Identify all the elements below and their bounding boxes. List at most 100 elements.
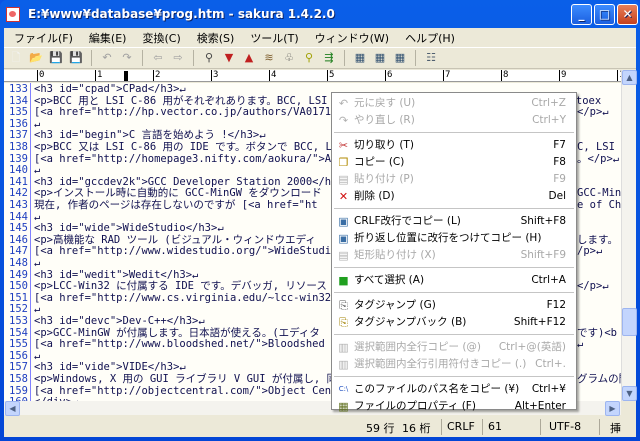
menu-item-label: ファイルのプロパティ (F)	[354, 400, 476, 412]
search-next-icon[interactable]: ▼	[221, 50, 237, 66]
menu-item-delete[interactable]: ✕ 削除 (D) Del	[332, 188, 576, 205]
minimize-button[interactable]: _	[571, 4, 592, 25]
scroll-right-button[interactable]: ▶	[605, 401, 620, 416]
menu-item-copy-wrap[interactable]: ▣ 折り返し位置に改行をつけてコピー (H)	[332, 230, 576, 247]
menu-search[interactable]: 検索(S)	[189, 30, 243, 46]
menu-item-copy-path[interactable]: C:\ このファイルのパス名をコピー (¥) Ctrl+¥	[332, 381, 576, 398]
line-text: [<a href="http://objectcentral.com/">Obj…	[34, 384, 357, 397]
menu-file[interactable]: ファイル(F)	[6, 30, 81, 46]
ruler-label: 3	[211, 70, 219, 81]
menu-item-shortcut: F8	[553, 156, 566, 168]
copy-icon: ❐	[338, 156, 349, 169]
line-text-tail: 。</p>↵	[577, 152, 620, 165]
status-bar: 59 行 16 桁 CRLF 61 UTF-8 挿	[4, 417, 636, 437]
scroll-down-button[interactable]: ▼	[622, 386, 637, 401]
undo-icon[interactable]: ↶	[99, 50, 115, 66]
ruler-label: 8	[501, 70, 509, 81]
app-icon	[6, 6, 20, 22]
line-text: <h3 id="cpad">CPad</h3>↵	[34, 83, 186, 95]
font-settings-icon[interactable]: ▦	[372, 50, 388, 66]
menu-item-shortcut: Alt+Enter	[514, 400, 566, 412]
toggle-icon[interactable]: ▦	[392, 50, 408, 66]
title-bar[interactable]: E:¥www¥database¥prog.htm - sakura 1.4.2.…	[0, 0, 640, 28]
menu-tools[interactable]: ツール(T)	[242, 30, 306, 46]
menu-item-label: 削除 (D)	[354, 190, 395, 202]
forward-icon[interactable]: ⇨	[170, 50, 186, 66]
open-folder-icon[interactable]: 📂	[28, 50, 44, 66]
menu-bar: ファイル(F) 編集(E) 変換(C) 検索(S) ツール(T) ウィンドウ(W…	[4, 28, 636, 47]
search-prev-icon[interactable]: ▲	[241, 50, 257, 66]
delete-icon: ✕	[338, 190, 349, 203]
line-text-tail: ↵	[577, 338, 584, 351]
line-number: 148	[9, 257, 28, 269]
menu-item-copy-quoted[interactable]: ▥ 選択範囲内全行引用符付きコピー (.) Ctrl+.	[332, 356, 576, 373]
menu-item-tag-jump-back[interactable]: ⎘ タグジャンプバック (B) Shift+F12	[332, 314, 576, 331]
toolbar: 🗋 📂 💾 💾 ↶ ↷ ⇦ ⇨ ⚲ ▼ ▲ ≋ ♧ ⚲ ⇶ ▦ ▦ ▦ ☷	[4, 47, 636, 69]
replace-icon[interactable]: ≋	[261, 50, 277, 66]
redo-icon[interactable]: ↷	[119, 50, 135, 66]
settings-icon[interactable]: ▦	[352, 50, 368, 66]
outline-icon[interactable]: ⇶	[321, 50, 337, 66]
maximize-button[interactable]: □	[594, 4, 615, 25]
menu-item-redo[interactable]: ↷ やり直し (R) Ctrl+Y	[332, 112, 576, 129]
close-button[interactable]: ✕	[617, 4, 638, 25]
menu-item-copy-crlf[interactable]: ▣ CRLF改行でコピー (L) Shift+F8	[332, 213, 576, 230]
tag-jump-icon[interactable]: ⚲	[301, 50, 317, 66]
menu-item-label: このファイルのパス名をコピー (¥)	[354, 383, 520, 395]
menu-help[interactable]: ヘルプ(H)	[397, 30, 463, 46]
ruler-label: 7	[443, 70, 451, 81]
grep-icon[interactable]: ♧	[281, 50, 297, 66]
scroll-thumb[interactable]	[622, 308, 637, 336]
window-list-icon[interactable]: ☷	[423, 50, 439, 66]
line-text: <h3 id="devc">Dev-C++</h3>↵	[34, 315, 205, 327]
vertical-scrollbar[interactable]: ▲ ▼	[621, 70, 637, 401]
menu-item-paste[interactable]: ▤ 貼り付け (P) F9	[332, 171, 576, 188]
copy-quoted-icon: ▥	[338, 358, 349, 371]
toolbar-separator	[193, 50, 194, 66]
menu-window[interactable]: ウィンドウ(W)	[307, 30, 397, 46]
ruler-label: 0	[37, 70, 45, 81]
menu-item-cut[interactable]: ✂ 切り取り (T) F7	[332, 137, 576, 154]
menu-item-shortcut: Shift+F9	[520, 249, 566, 261]
menu-item-paste-rect[interactable]: ▤ 矩形貼り付け (X) Shift+F9	[332, 247, 576, 264]
menu-item-shortcut: Ctrl+A	[531, 274, 566, 286]
menu-item-undo[interactable]: ↶ 元に戻す (U) Ctrl+Z	[332, 95, 576, 112]
menu-separator	[334, 334, 574, 335]
copy-path-icon: C:\	[338, 385, 349, 393]
line-number: 138	[9, 141, 28, 153]
back-icon[interactable]: ⇦	[150, 50, 166, 66]
menu-item-select-all[interactable]: ■ すべて選択 (A) Ctrl+A	[332, 272, 576, 289]
menu-item-shortcut: Shift+F12	[513, 316, 566, 328]
menu-convert[interactable]: 変換(C)	[134, 30, 188, 46]
menu-item-label: タグジャンプ (G)	[354, 299, 436, 311]
save-all-icon[interactable]: 💾	[68, 50, 84, 66]
scroll-up-button[interactable]: ▲	[622, 70, 637, 85]
menu-item-shortcut: Ctrl+Y	[532, 114, 566, 126]
file-properties-icon: ▦	[338, 400, 349, 413]
search-icon[interactable]: ⚲	[201, 50, 217, 66]
toolbar-separator	[91, 50, 92, 66]
menu-item-file-properties[interactable]: ▦ ファイルのプロパティ (F) Alt+Enter	[332, 398, 576, 415]
line-text-tail: C, LSI C	[577, 141, 615, 153]
toolbar-separator	[142, 50, 143, 66]
line-text-tail: グラムの開	[577, 373, 621, 385]
menu-edit[interactable]: 編集(E)	[81, 30, 135, 46]
menu-item-copy-lines[interactable]: ▥ 選択範囲内全行コピー (@) Ctrl+@(英語)	[332, 339, 576, 356]
tag-jump-icon: ⎘	[339, 299, 348, 312]
menu-item-copy[interactable]: ❐ コピー (C) F8	[332, 154, 576, 171]
ruler-label: 5	[327, 70, 335, 81]
status-row: 59 行	[366, 422, 395, 435]
paste-rect-icon: ▤	[338, 249, 349, 262]
save-icon[interactable]: 💾	[48, 50, 64, 66]
menu-item-label: 元に戻す (U)	[354, 97, 416, 109]
menu-item-label: 切り取り (T)	[354, 139, 414, 151]
toolbar-separator	[415, 50, 416, 66]
menu-item-label: 矩形貼り付け (X)	[354, 249, 436, 261]
new-file-icon[interactable]: 🗋	[8, 50, 24, 66]
menu-item-shortcut: F7	[553, 139, 566, 151]
app-window: E:¥www¥database¥prog.htm - sakura 1.4.2.…	[0, 0, 640, 441]
ruler-label: 6	[385, 70, 393, 81]
menu-item-tag-jump[interactable]: ⎘ タグジャンプ (G) F12	[332, 297, 576, 314]
cut-icon: ✂	[338, 139, 349, 152]
scroll-left-button[interactable]: ◀	[5, 401, 20, 416]
